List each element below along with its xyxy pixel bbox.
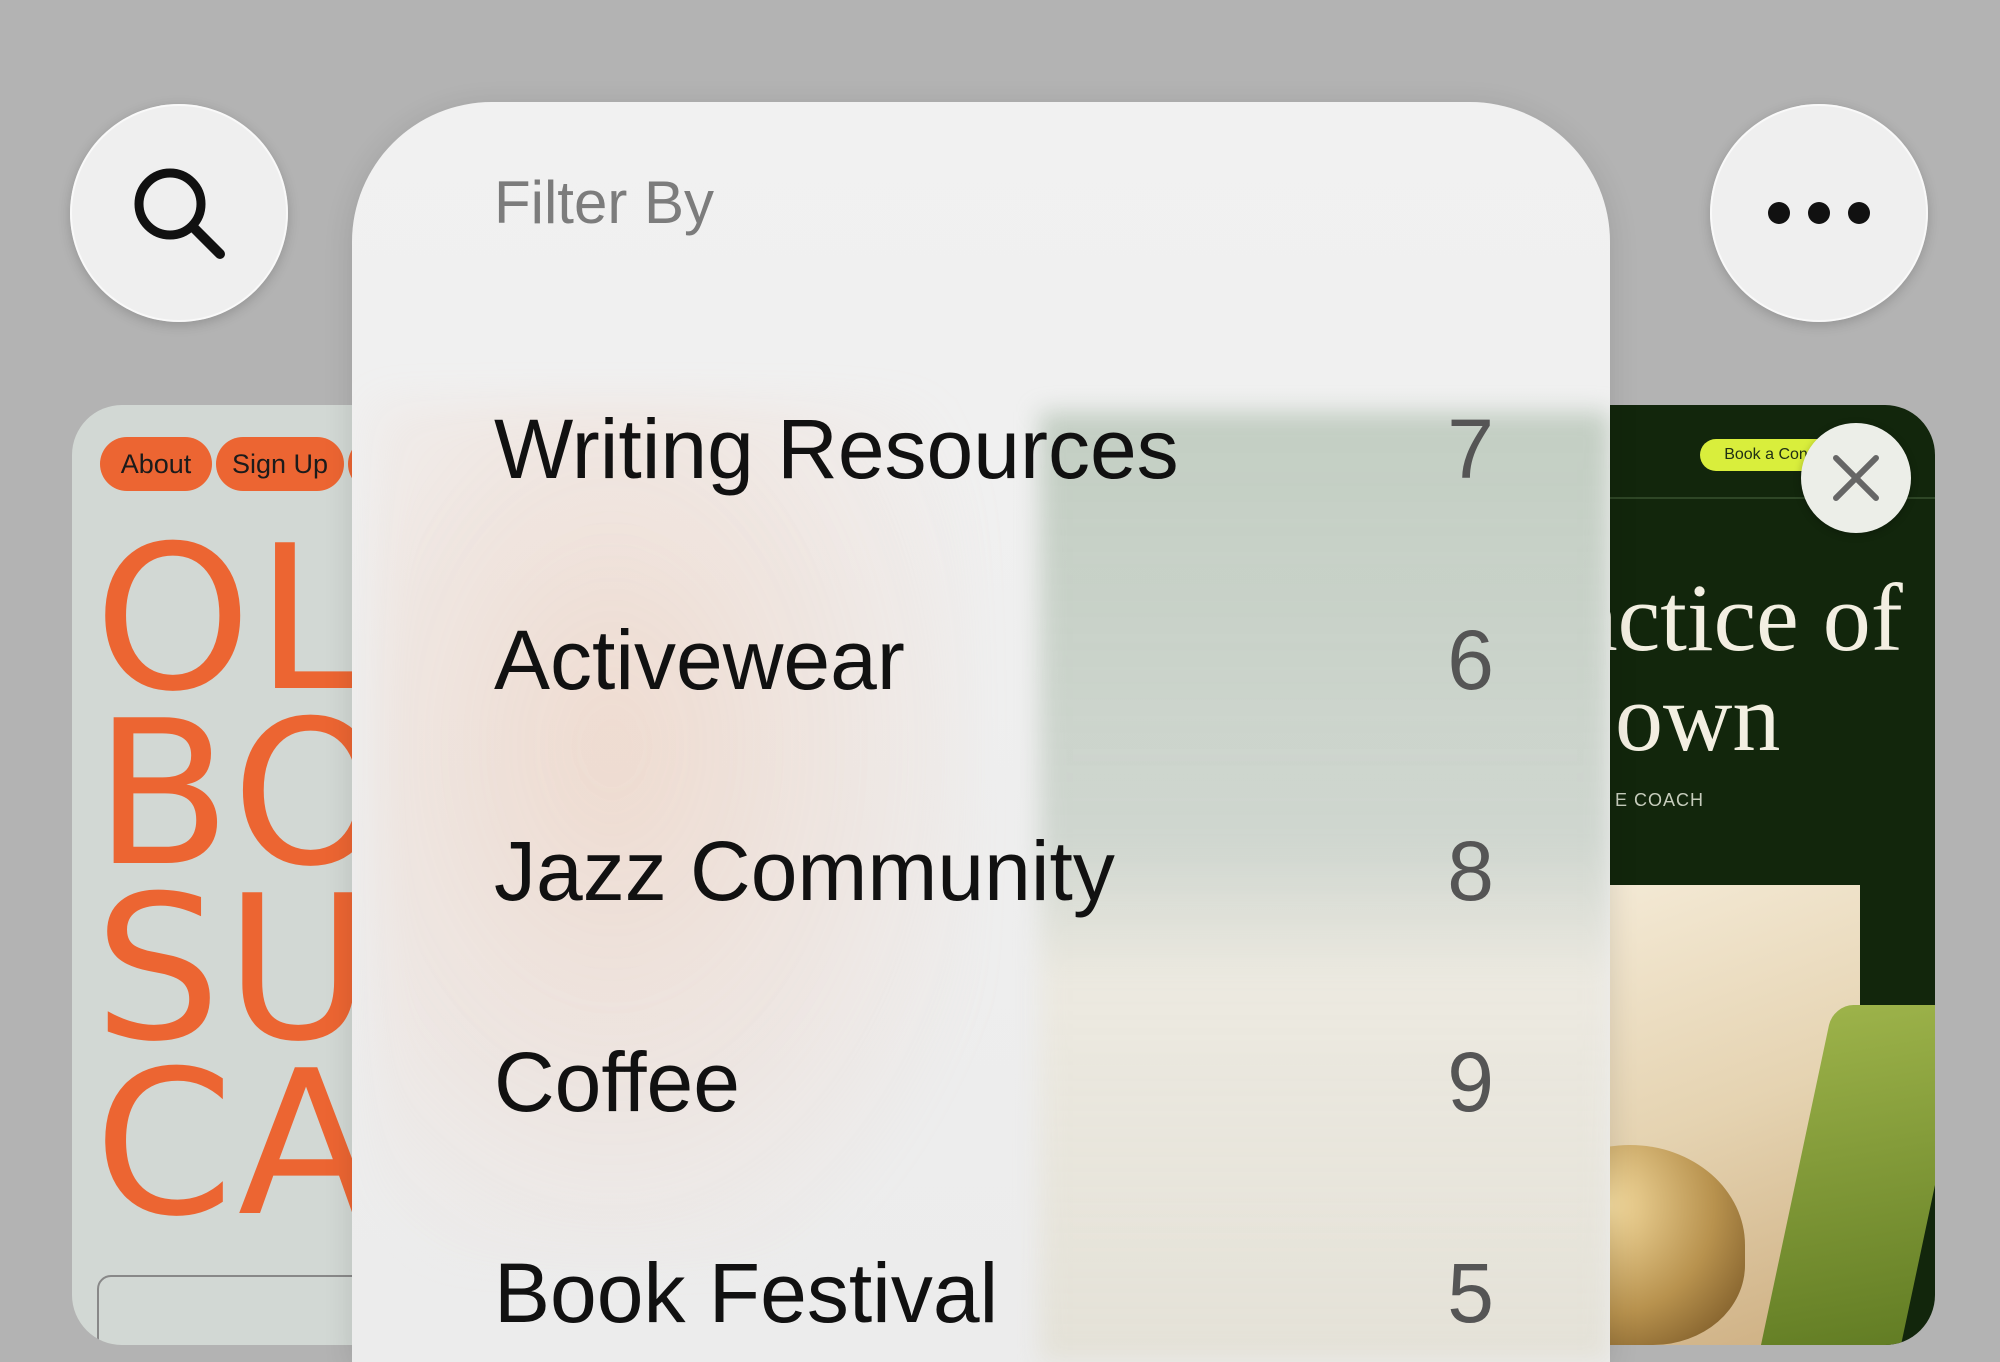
headline-line-1: actice of	[1575, 564, 1903, 671]
filter-item-count: 5	[1447, 1245, 1494, 1340]
filter-item-jazz-community[interactable]: Jazz Community 8	[494, 816, 1494, 926]
filter-item-count: 7	[1447, 401, 1494, 496]
close-tab-button[interactable]	[1801, 423, 1911, 533]
filter-item-label: Activewear	[494, 612, 905, 707]
subline: E COACH	[1615, 790, 1705, 810]
filter-item-activewear[interactable]: Activewear 6	[494, 605, 1494, 715]
filter-item-count: 8	[1447, 823, 1494, 918]
filter-title: Filter By	[494, 169, 715, 236]
more-options-button[interactable]	[1710, 104, 1928, 322]
filter-item-book-festival[interactable]: Book Festival 5	[494, 1238, 1494, 1348]
about-link[interactable]: About	[100, 437, 212, 491]
filter-item-writing-resources[interactable]: Writing Resources 7	[494, 394, 1494, 504]
headline-line-4: CA	[94, 1028, 379, 1261]
sign-up-link[interactable]: Sign Up	[216, 437, 344, 491]
filter-item-label: Coffee	[494, 1034, 740, 1129]
filter-item-label: Book Festival	[494, 1245, 999, 1340]
close-icon	[1833, 455, 1879, 501]
filter-item-coffee[interactable]: Coffee 9	[494, 1027, 1494, 1137]
search-button[interactable]	[70, 104, 288, 322]
filter-item-count: 9	[1447, 1034, 1494, 1129]
filter-item-count: 6	[1447, 612, 1494, 707]
more-icon	[1768, 202, 1870, 224]
search-icon	[134, 168, 225, 259]
filter-item-label: Writing Resources	[494, 401, 1179, 496]
filter-menu: Filter By Writing Resources 7 Activewear…	[352, 102, 1610, 1362]
filter-item-label: Jazz Community	[494, 823, 1115, 918]
headline-line-2: own	[1615, 664, 1781, 771]
